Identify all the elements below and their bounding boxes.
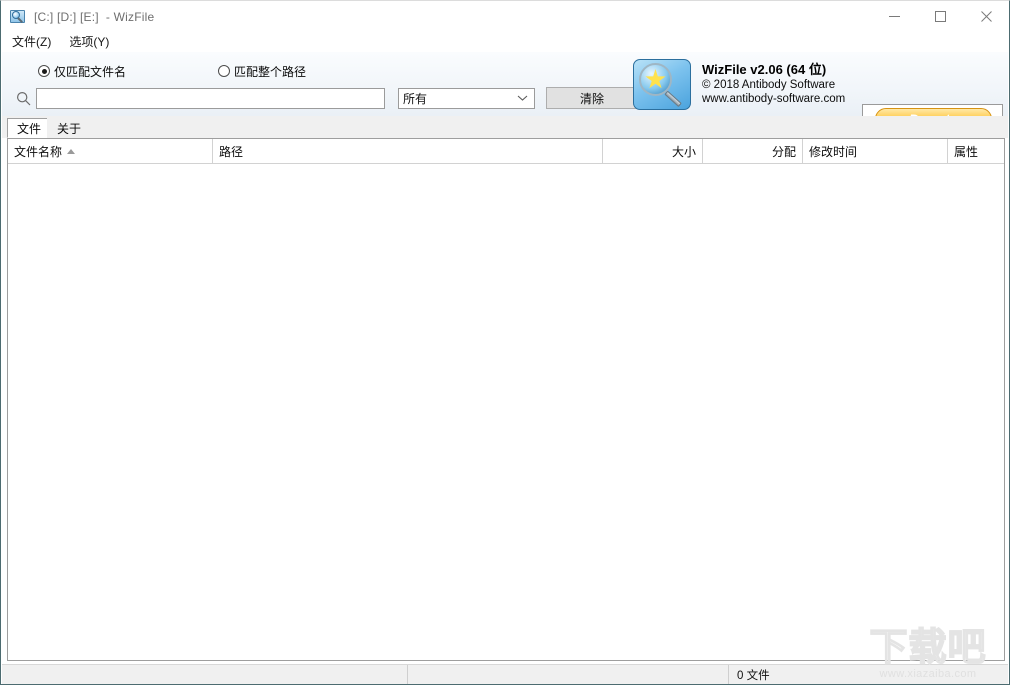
column-header-attributes[interactable]: 属性 [948, 139, 1004, 163]
column-header-filename-label: 文件名称 [14, 144, 63, 159]
search-icon [10, 91, 36, 106]
tab-about[interactable]: 关于 [47, 118, 92, 138]
window-title: [C:] [D:] [E:] - WizFile [34, 9, 155, 24]
sort-ascending-icon [67, 148, 76, 154]
status-file-count: 0 文件 [728, 665, 1003, 684]
search-row: 所有 清除 [2, 86, 638, 110]
radio-indicator [38, 65, 50, 77]
file-type-filter-dropdown[interactable]: 所有 [398, 87, 535, 109]
chevron-down-icon [517, 95, 528, 102]
minimize-icon[interactable] [871, 1, 917, 32]
tab-files[interactable]: 文件 [7, 118, 52, 138]
status-left [8, 665, 406, 684]
radio-match-full-path-label: 匹配整个路径 [234, 64, 307, 79]
file-list-header: 文件名称 路径 大小 分配 修改时间 属性 [8, 139, 1004, 164]
match-mode-group: 仅匹配文件名 匹配整个路径 [2, 61, 306, 81]
column-header-size-label: 大小 [671, 144, 696, 159]
search-toolbar: 仅匹配文件名 匹配整个路径 所有 清除 WizFile v2.06 (64 位)… [2, 52, 1008, 166]
column-header-size[interactable]: 大小 [603, 139, 703, 163]
window-controls [871, 1, 1009, 32]
column-header-filename[interactable]: 文件名称 [8, 139, 213, 163]
tab-strip: 文件 关于 [2, 116, 1008, 138]
brand-panel: WizFile v2.06 (64 位) © 2018 Antibody Sof… [627, 55, 859, 113]
column-header-allocated[interactable]: 分配 [703, 139, 803, 163]
website-text: www.antibody-software.com [702, 92, 846, 105]
radio-match-full-path[interactable]: 匹配整个路径 [218, 63, 306, 80]
radio-match-filename-only[interactable]: 仅匹配文件名 [38, 63, 126, 80]
maximize-icon[interactable] [917, 1, 963, 32]
column-header-allocated-label: 分配 [771, 144, 796, 159]
wizfile-window: [C:] [D:] [E:] - WizFile 文件(Z) 选项(Y) 仅匹配… [0, 0, 1010, 685]
file-type-filter-value: 所有 [403, 91, 428, 106]
product-title: WizFile v2.06 (64 位) [702, 62, 827, 78]
column-header-modified-label: 修改时间 [809, 144, 858, 159]
status-middle [407, 665, 727, 684]
wizfile-app-icon [10, 9, 26, 25]
menu-bar: 文件(Z) 选项(Y) [2, 32, 1008, 52]
radio-indicator [218, 65, 231, 77]
column-header-attributes-label: 属性 [954, 144, 979, 159]
search-input[interactable] [36, 87, 385, 109]
file-list-rows[interactable] [8, 164, 1004, 660]
column-header-modified[interactable]: 修改时间 [803, 139, 948, 163]
column-header-path-label: 路径 [219, 144, 244, 159]
menu-item-file[interactable]: 文件(Z) [10, 32, 58, 52]
file-list-pane: 文件名称 路径 大小 分配 修改时间 属性 [7, 138, 1005, 661]
clear-button[interactable]: 清除 [546, 87, 638, 109]
menu-item-options[interactable]: 选项(Y) [67, 32, 116, 52]
title-bar: [C:] [D:] [E:] - WizFile [1, 1, 1009, 32]
copyright-text: © 2018 Antibody Software [702, 78, 836, 91]
radio-match-filename-only-label: 仅匹配文件名 [54, 64, 127, 79]
status-bar: 0 文件 [2, 664, 1008, 684]
wizfile-logo-icon [630, 56, 694, 112]
column-header-path[interactable]: 路径 [213, 139, 603, 163]
close-icon[interactable] [963, 1, 1009, 32]
